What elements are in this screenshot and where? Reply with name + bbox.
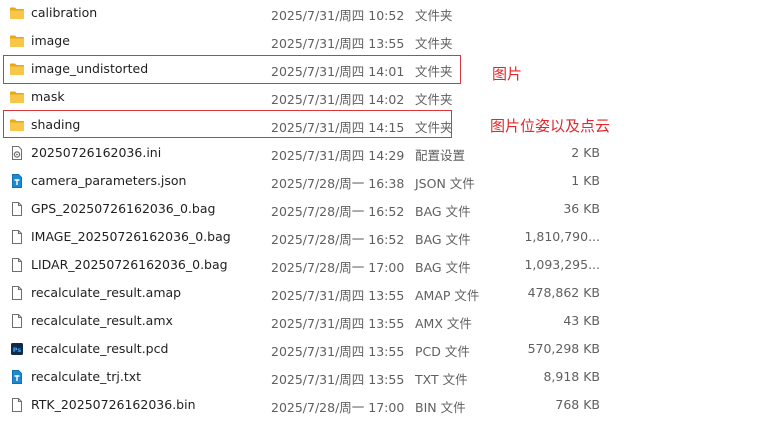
file-name: calibration (31, 5, 98, 20)
folder-icon (9, 33, 25, 49)
file-row[interactable]: RTK_20250726162036.bin 2025/7/28/周一 17:00… (0, 391, 764, 419)
file-size: 1,810,790... (524, 229, 600, 244)
file-size: 2 KB (571, 145, 600, 160)
file-date: 2025/7/31/周四 13:55 (271, 36, 405, 51)
file-row[interactable]: recalculate_result.amap 2025/7/31/周四 13:5… (0, 279, 764, 307)
file-type: BAG 文件 (415, 204, 471, 219)
file-date: 2025/7/28/周一 16:52 (271, 232, 405, 247)
file-name: recalculate_result.amx (31, 313, 173, 328)
text-file-icon (9, 173, 25, 189)
file-date: 2025/7/28/周一 17:00 (271, 260, 405, 275)
file-type: AMAP 文件 (415, 288, 480, 303)
file-type: 文件夹 (415, 92, 453, 107)
file-type: BAG 文件 (415, 232, 471, 247)
file-row[interactable]: calibration 2025/7/31/周四 10:52 文件夹 (0, 0, 764, 27)
settings-file-icon (9, 145, 25, 161)
file-size: 768 KB (555, 397, 600, 412)
file-size: 1,093,295... (524, 257, 600, 272)
annotation-image-undistorted: 图片 (492, 65, 523, 83)
file-date: 2025/7/28/周一 16:38 (271, 176, 405, 191)
file-type: JSON 文件 (415, 176, 475, 191)
file-row[interactable]: image 2025/7/31/周四 13:55 文件夹 (0, 27, 764, 55)
file-size: 1 KB (571, 173, 600, 188)
file-name: 20250726162036.ini (31, 145, 162, 160)
file-name: recalculate_result.amap (31, 285, 182, 300)
file-type: 文件夹 (415, 8, 453, 23)
file-name: image (31, 33, 70, 48)
file-row[interactable]: LIDAR_20250726162036_0.bag 2025/7/28/周一 1… (0, 251, 764, 279)
file-type: 文件夹 (415, 36, 453, 51)
file-name: GPS_20250726162036_0.bag (31, 201, 216, 216)
file-size: 8,918 KB (543, 369, 600, 384)
highlight-box-shading (3, 110, 452, 138)
file-date: 2025/7/31/周四 10:52 (271, 8, 405, 23)
annotation-shading: 图片位姿以及点云 (490, 117, 611, 135)
file-type: BAG 文件 (415, 260, 471, 275)
file-name: IMAGE_20250726162036_0.bag (31, 229, 231, 244)
file-row[interactable]: mask 2025/7/31/周四 14:02 文件夹 (0, 83, 764, 111)
file-date: 2025/7/31/周四 13:55 (271, 344, 405, 359)
file-type: 配置设置 (415, 148, 466, 163)
file-name: mask (31, 89, 65, 104)
file-type: PCD 文件 (415, 344, 470, 359)
file-name: LIDAR_20250726162036_0.bag (31, 257, 228, 272)
file-type: AMX 文件 (415, 316, 472, 331)
file-size: 570,298 KB (527, 341, 600, 356)
file-name: RTK_20250726162036.bin (31, 397, 196, 412)
text-file-icon (9, 369, 25, 385)
file-icon (9, 229, 25, 245)
file-row[interactable]: IMAGE_20250726162036_0.bag 2025/7/28/周一 1… (0, 223, 764, 251)
folder-icon (9, 5, 25, 21)
file-date: 2025/7/31/周四 13:55 (271, 372, 405, 387)
svg-text:Ps: Ps (13, 346, 22, 354)
file-row[interactable]: recalculate_trj.txt 2025/7/31/周四 13:55 TXT… (0, 363, 764, 391)
file-row[interactable]: GPS_20250726162036_0.bag 2025/7/28/周一 16:… (0, 195, 764, 223)
file-row[interactable]: recalculate_result.amx 2025/7/31/周四 13:55… (0, 307, 764, 335)
file-icon (9, 397, 25, 413)
file-size: 36 KB (563, 201, 600, 216)
file-type: BIN 文件 (415, 400, 466, 415)
file-icon (9, 201, 25, 217)
file-name: recalculate_trj.txt (31, 369, 142, 384)
file-date: 2025/7/28/周一 16:52 (271, 204, 405, 219)
file-name: camera_parameters.json (31, 173, 187, 188)
file-date: 2025/7/31/周四 14:02 (271, 92, 405, 107)
file-row[interactable]: 20250726162036.ini 2025/7/31/周四 14:29 配置设置… (0, 139, 764, 167)
file-date: 2025/7/28/周一 17:00 (271, 400, 405, 415)
file-size: 43 KB (563, 313, 600, 328)
file-date: 2025/7/31/周四 13:55 (271, 288, 405, 303)
file-date: 2025/7/31/周四 14:29 (271, 148, 405, 163)
file-type: TXT 文件 (415, 372, 468, 387)
file-icon (9, 313, 25, 329)
folder-icon (9, 89, 25, 105)
highlight-box-image-undistorted (3, 55, 461, 84)
file-icon (9, 257, 25, 273)
file-name: recalculate_result.pcd (31, 341, 169, 356)
file-row[interactable]: Ps recalculate_result.pcd 2025/7/31/周四 13:… (0, 335, 764, 363)
file-row[interactable]: camera_parameters.json 2025/7/28/周一 16:38… (0, 167, 764, 195)
photoshop-file-icon: Ps (9, 341, 25, 357)
file-icon (9, 285, 25, 301)
file-date: 2025/7/31/周四 13:55 (271, 316, 405, 331)
file-size: 478,862 KB (527, 285, 600, 300)
